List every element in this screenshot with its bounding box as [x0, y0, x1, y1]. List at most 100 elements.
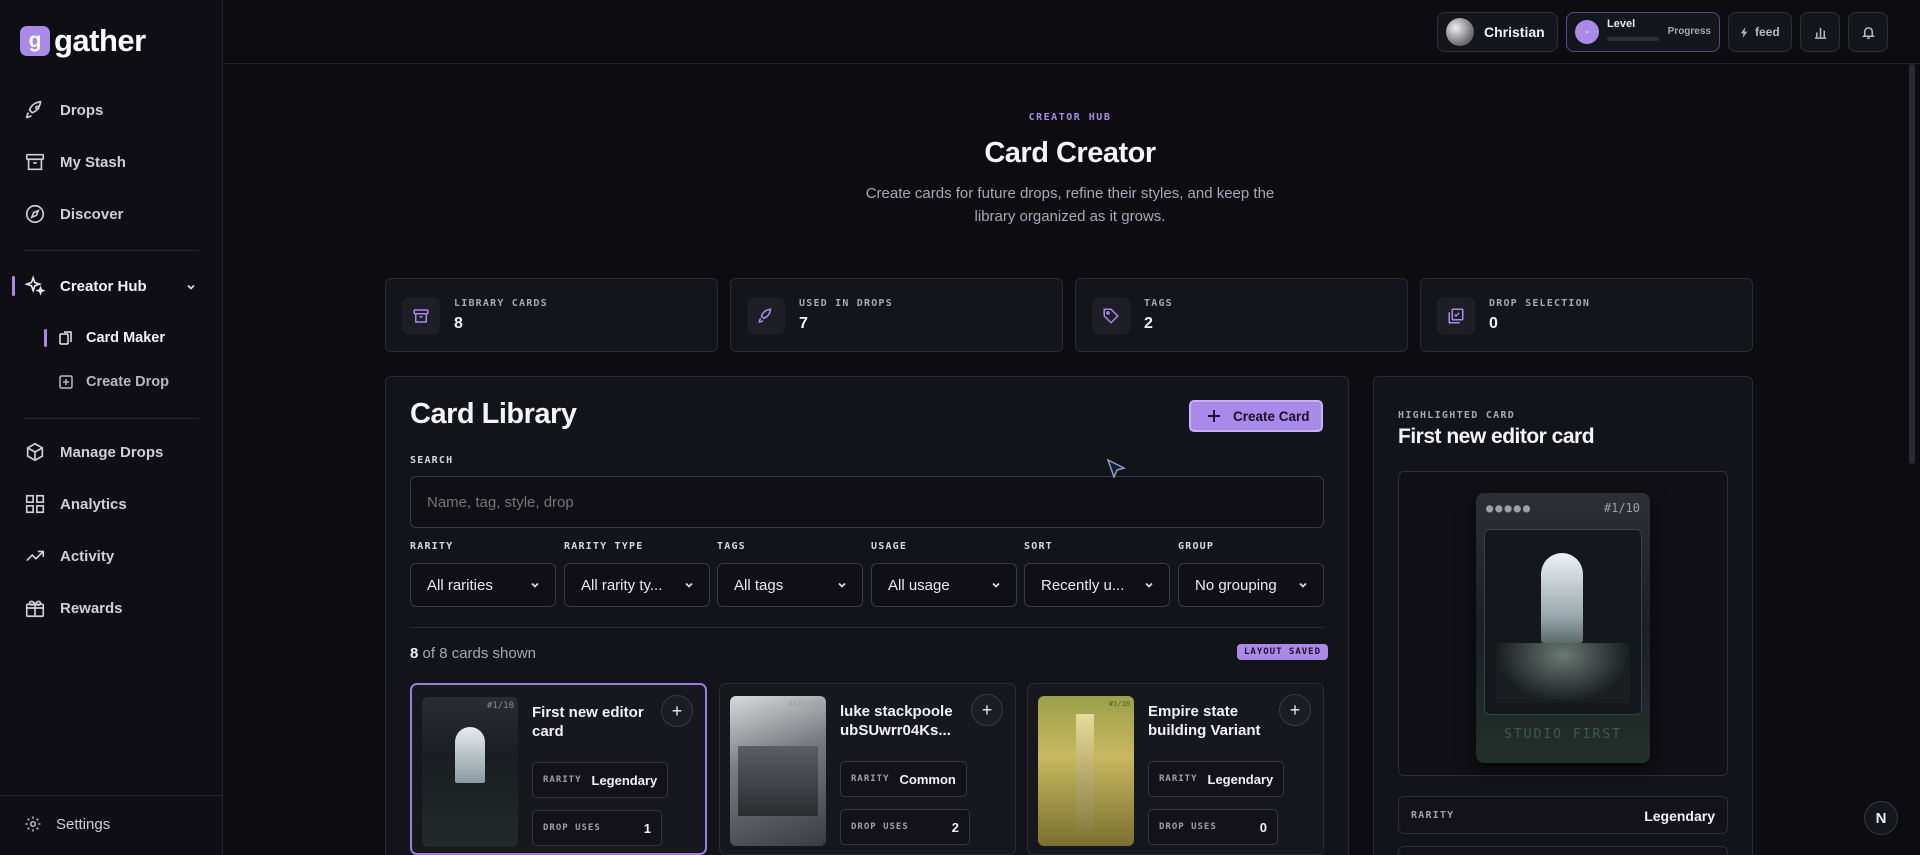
chevron-down-icon [1299, 582, 1307, 588]
logo-badge: g [20, 26, 50, 56]
add-to-drop-button[interactable]: + [1279, 694, 1311, 726]
card-art-arch [1541, 553, 1583, 643]
chip-key: RARITY [543, 775, 582, 785]
gift-icon [25, 600, 45, 618]
sidebar-item-label: Activity [60, 547, 115, 565]
rarity-type-select[interactable]: All rarity ty... [564, 563, 710, 607]
card-thumbnail: #328/500 [730, 696, 826, 846]
group-select[interactable]: No grouping [1178, 563, 1324, 607]
card-art-floor [1496, 643, 1630, 703]
scrollbar-thumb[interactable] [1909, 64, 1915, 464]
rarity-chip: RARITY Legendary [532, 762, 669, 798]
add-to-drop-button[interactable]: + [661, 695, 693, 727]
card-title: First new editor card [532, 704, 644, 740]
feed-button[interactable]: feed [1728, 12, 1792, 52]
sidebar: g gather Drops My Stash Discover Creator… [0, 0, 223, 855]
card-serial: #328/500 [788, 700, 822, 708]
card-tile[interactable]: #328/500 luke stackpoole ubSUwrr04Ks... … [719, 683, 1016, 855]
lightning-icon [1740, 26, 1748, 38]
chip-key: DROP USES [851, 822, 909, 832]
chevron-down-icon[interactable] [185, 281, 197, 293]
brand-logo[interactable]: g gather [20, 23, 146, 59]
card-title: Empire state building Variant [1148, 703, 1261, 739]
library-divider [410, 627, 1324, 628]
card-tile[interactable]: #1/10 Empire state building Variant + RA… [1027, 683, 1324, 855]
level-progress[interactable]: - Level Progress [1566, 12, 1720, 52]
sidebar-item-manage-drops[interactable]: Manage Drops [24, 441, 163, 463]
level-label: Level [1607, 18, 1636, 30]
sidebar-item-label: Card Maker [86, 330, 165, 346]
library-title: Card Library [410, 398, 577, 430]
chip-key: DROP USES [1159, 822, 1217, 832]
sidebar-item-rewards[interactable]: Rewards [24, 597, 123, 619]
filter-label: USAGE [871, 541, 908, 552]
add-to-drop-button[interactable]: + [971, 694, 1003, 726]
stat-value: 8 [454, 315, 463, 332]
gear-icon [25, 816, 41, 832]
user-menu[interactable]: Christian [1437, 12, 1558, 52]
usage-select[interactable]: All usage [871, 563, 1017, 607]
level-badge: - [1575, 20, 1599, 44]
page-title: Card Creator [984, 137, 1156, 169]
search-input[interactable] [410, 476, 1324, 528]
card-dots: ●●●●● [1486, 501, 1533, 515]
sidebar-item-create-drop[interactable]: Create Drop [58, 374, 169, 390]
stack-check-icon [1448, 308, 1464, 324]
stat-icon-wrap [402, 297, 440, 335]
sidebar-item-creator-hub[interactable]: Creator Hub [24, 275, 147, 297]
thumbnail-image [1076, 714, 1094, 834]
filter-label: GROUP [1178, 541, 1215, 552]
card-serial: #1/10 [486, 701, 514, 711]
select-value: All rarities [427, 576, 493, 594]
drop-uses-chip: DROP USES 1 [532, 810, 662, 846]
stat-label: TAGS [1144, 298, 1173, 309]
notifications-button[interactable] [1848, 12, 1888, 52]
create-card-label: Create Card [1233, 408, 1310, 424]
sidebar-item-label: Rewards [60, 599, 123, 617]
highlight-rarity-key: RARITY [1411, 810, 1455, 821]
tag-icon [1103, 308, 1119, 324]
sort-select[interactable]: Recently u... [1024, 563, 1170, 607]
thumbnail-image [738, 746, 818, 816]
tags-select[interactable]: All tags [717, 563, 863, 607]
layout-saved-badge: LAYOUT SAVED [1237, 644, 1329, 660]
sidebar-divider [24, 418, 199, 419]
select-value: All usage [888, 576, 950, 594]
chip-value: 1 [643, 820, 651, 836]
drop-uses-chip: DROP USES 0 [1148, 809, 1278, 845]
search-label: SEARCH [410, 455, 454, 466]
level-progress-bar [1607, 37, 1659, 41]
sidebar-divider [24, 250, 199, 251]
sidebar-item-analytics[interactable]: Analytics [24, 493, 127, 515]
sidebar-item-activity[interactable]: Activity [24, 545, 114, 567]
create-card-button[interactable]: Create Card [1189, 400, 1323, 432]
chip-value: 0 [1259, 819, 1267, 835]
highlight-rarity-row: RARITY Legendary [1398, 796, 1728, 834]
floating-n-button[interactable]: N [1864, 801, 1898, 835]
drop-uses-chip: DROP USES 2 [840, 809, 970, 845]
logo-text: gather [54, 23, 146, 58]
rarity-select[interactable]: All rarities [410, 563, 556, 607]
user-name: Christian [1484, 24, 1545, 40]
highlight-serial: #1/10 [1603, 501, 1640, 515]
plus-icon [1208, 410, 1220, 422]
rarity-chip: RARITY Legendary [1148, 761, 1285, 797]
chip-key: DROP USES [543, 823, 601, 833]
highlight-card-art: ●●●●● #1/10 STUDIO FIRST [1476, 493, 1650, 763]
sidebar-item-settings[interactable]: Settings [24, 815, 110, 833]
stat-value: 2 [1144, 315, 1153, 332]
stat-label: LIBRARY CARDS [454, 298, 548, 309]
progress-label: Progress [1667, 26, 1711, 37]
card-tile[interactable]: #1/10 First new editor card + RARITY Lege… [410, 683, 707, 855]
stats-button[interactable] [1800, 12, 1840, 52]
stat-tags: TAGS 2 [1075, 278, 1408, 352]
bar-chart-icon [1814, 27, 1826, 39]
active-indicator [12, 276, 15, 296]
sidebar-item-label: Analytics [60, 495, 127, 513]
stat-used-in-drops: USED IN DROPS 7 [730, 278, 1063, 352]
select-value: All tags [734, 576, 784, 594]
chevron-down-icon [992, 582, 1000, 588]
sidebar-item-card-maker[interactable]: Card Maker [58, 330, 165, 346]
box-icon [26, 442, 44, 462]
rarity-chip: RARITY Common [840, 761, 967, 797]
